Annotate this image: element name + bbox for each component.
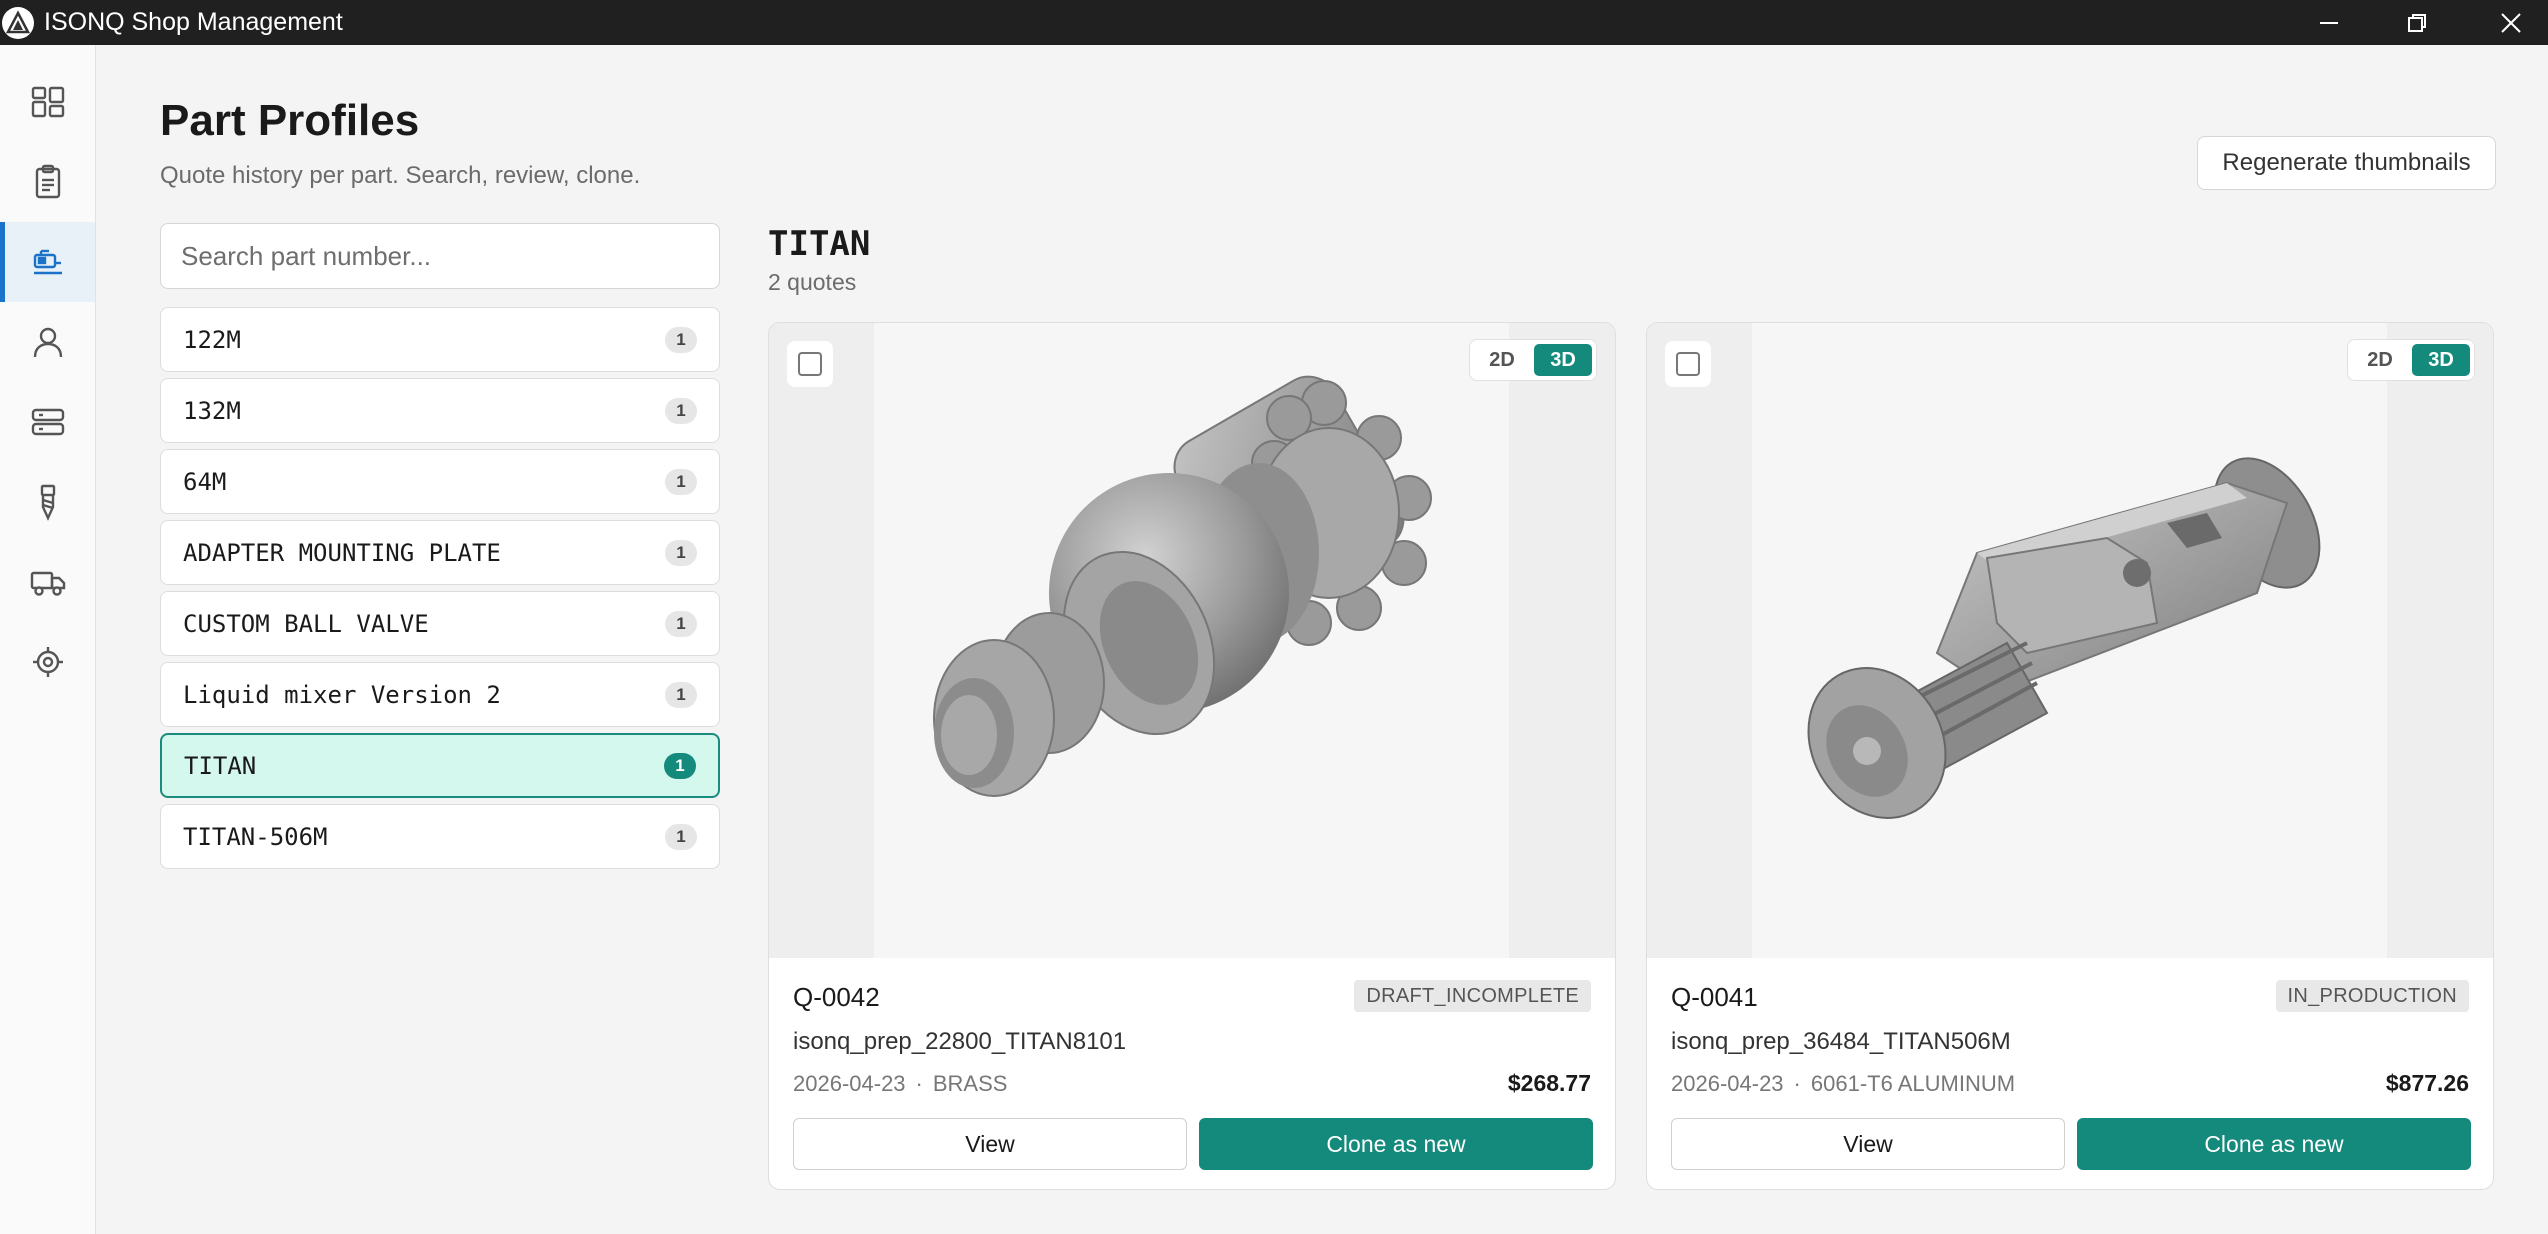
title-bar: ISONQ Shop Management [0,0,2548,45]
view-mode-toggle: 2D 3D [1469,339,1597,381]
sidebar-item-part-profiles[interactable] [0,222,95,302]
part-list-item[interactable]: TITAN-506M 1 [160,804,720,869]
target-icon [32,647,63,677]
detail-title: TITAN [768,224,871,264]
quote-count-label: 2 quotes [768,269,857,295]
part-name: Liquid mixer Version 2 [183,680,501,709]
view-mode-toggle: 2D 3D [2347,339,2475,381]
part-list-item[interactable]: CUSTOM BALL VALVE 1 [160,591,720,656]
dashboard-icon [31,86,64,118]
part-list-item[interactable]: 122M 1 [160,307,720,372]
quote-count-badge: 1 [665,610,697,637]
part-list-item-selected[interactable]: TITAN 1 [160,733,720,798]
part-name: TITAN [184,751,257,780]
tool-icon [40,484,55,521]
close-icon [2501,12,2521,33]
user-icon [33,327,62,358]
quote-count-badge: 1 [665,397,697,424]
view-button[interactable]: View [1671,1118,2065,1170]
quote-filename: isonq_prep_22800_TITAN8101 [793,1028,1127,1055]
part-thumbnail[interactable] [1647,323,2493,958]
clone-as-new-button[interactable]: Clone as new [2077,1118,2471,1170]
server-icon [31,408,64,436]
quote-meta: 2026-04-23 · 6061-T6 ALUMINUM [1671,1071,2015,1097]
sidebar-nav [0,45,96,1234]
quote-meta: 2026-04-23 · BRASS [793,1071,1007,1097]
part-list-item[interactable]: 132M 1 [160,378,720,443]
select-checkbox[interactable] [787,341,833,387]
toggle-2d-button[interactable]: 2D [1474,344,1530,376]
status-badge: DRAFT_INCOMPLETE [1354,980,1591,1012]
select-checkbox[interactable] [1665,341,1711,387]
page-subtitle: Quote history per part. Search, review, … [160,162,641,189]
quote-price: $268.77 [1507,1070,1591,1096]
clone-as-new-button[interactable]: Clone as new [1199,1118,1593,1170]
toggle-3d-button[interactable]: 3D [2412,344,2470,376]
sidebar-item-customers[interactable] [0,302,95,382]
minimize-button[interactable] [2282,0,2376,45]
quote-material: 6061-T6 ALUMINUM [1810,1071,2016,1096]
status-badge: IN_PRODUCTION [2275,980,2469,1012]
quote-date: 2026-04-23 [793,1071,906,1096]
toggle-2d-button[interactable]: 2D [2352,344,2408,376]
sidebar-item-dashboard[interactable] [0,62,95,142]
window-title: ISONQ Shop Management [44,8,343,36]
quote-count-badge: 1 [664,752,696,779]
toggle-3d-button[interactable]: 3D [1534,344,1592,376]
quote-count-badge: 1 [665,326,697,353]
sidebar-item-machines[interactable] [0,382,95,462]
part-name: 122M [183,325,241,354]
part-3d-model-image [933,375,1432,797]
quote-count-badge: 1 [665,468,697,495]
quote-material: BRASS [932,1071,1008,1096]
part-name: CUSTOM BALL VALVE [183,609,429,638]
minimize-icon [2320,21,2338,24]
part-thumbnail[interactable] [769,323,1615,958]
part-3d-model-image [1807,457,2321,819]
app-logo-icon [2,6,34,39]
restore-icon [2408,13,2426,32]
quote-card: 2D 3D Q-0041 IN_PRODUCTION isonq_prep_36… [1646,322,2494,1190]
quote-id: Q-0041 [1671,982,1758,1012]
part-list-item[interactable]: ADAPTER MOUNTING PLATE 1 [160,520,720,585]
quote-count-badge: 1 [665,823,697,850]
quote-price: $877.26 [2385,1070,2469,1096]
meta-separator: · [1793,1071,1801,1096]
truck-icon [30,571,65,596]
quote-count-badge: 1 [665,681,697,708]
sidebar-item-quotes[interactable] [0,142,95,222]
sidebar-item-settings[interactable] [0,622,95,702]
sidebar-item-shipping[interactable] [0,542,95,622]
sidebar-item-tools[interactable] [0,462,95,542]
part-name: TITAN-506M [183,822,328,851]
part-list-item[interactable]: 64M 1 [160,449,720,514]
quote-date: 2026-04-23 [1671,1071,1784,1096]
meta-separator: · [915,1071,923,1096]
part-profiles-icon [33,249,62,275]
restore-button[interactable] [2370,0,2464,45]
part-name: ADAPTER MOUNTING PLATE [183,538,501,567]
part-search-input[interactable] [160,223,720,289]
page-title: Part Profiles [160,96,420,145]
clipboard-icon [35,164,60,199]
part-name: 132M [183,396,241,425]
regenerate-thumbnails-button[interactable]: Regenerate thumbnails [2197,136,2496,190]
view-button[interactable]: View [793,1118,1187,1170]
quote-filename: isonq_prep_36484_TITAN506M [1671,1028,2011,1055]
quote-count-badge: 1 [665,539,697,566]
part-name: 64M [183,467,227,496]
quote-id: Q-0042 [793,982,880,1012]
quote-card: 2D 3D Q-0042 DRAFT_INCOMPLETE isonq_prep… [768,322,1616,1190]
part-list-item[interactable]: Liquid mixer Version 2 1 [160,662,720,727]
close-button[interactable] [2464,0,2548,45]
